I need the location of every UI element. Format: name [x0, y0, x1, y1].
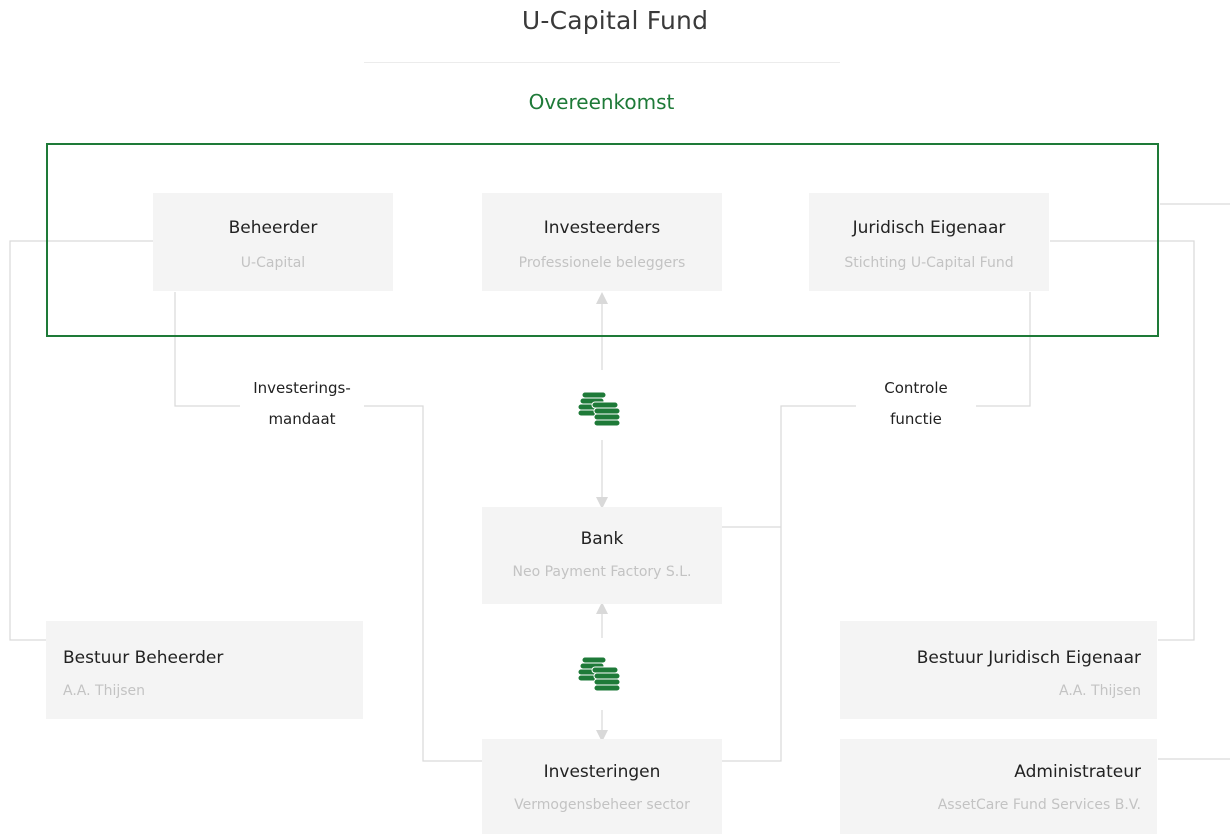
- node-administrateur: Administrateur AssetCare Fund Services B…: [840, 739, 1157, 834]
- node-subtitle: AssetCare Fund Services B.V.: [937, 797, 1141, 813]
- label-line: functie: [890, 410, 942, 428]
- label-line: mandaat: [268, 410, 336, 428]
- node-bestuur-juridisch-eigenaar: Bestuur Juridisch Eigenaar A.A. Thijsen: [840, 621, 1157, 719]
- node-title: Bank: [580, 529, 624, 549]
- node-investeerders: Investeerders Professionele beleggers: [482, 193, 722, 291]
- node-title: Beheerder: [228, 218, 318, 238]
- node-investeringen: Investeringen Vermogensbeheer sector: [482, 739, 722, 834]
- node-bank: Bank Neo Payment Factory S.L.: [482, 507, 722, 604]
- node-title: Administrateur: [1014, 762, 1141, 782]
- coins-icon: [577, 391, 621, 427]
- label-investeringsmandaat: Investerings- mandaat: [240, 373, 364, 435]
- node-title: Investeerders: [543, 218, 661, 238]
- node-title: Investeringen: [543, 762, 661, 782]
- page-title: U-Capital Fund: [521, 6, 709, 35]
- node-title: Bestuur Beheerder: [63, 648, 224, 668]
- label-controle-functie: Controle functie: [856, 373, 976, 435]
- node-subtitle: Professionele beleggers: [518, 255, 686, 271]
- node-subtitle: Vermogensbeheer sector: [514, 797, 690, 813]
- node-bestuur-beheerder: Bestuur Beheerder A.A. Thijsen: [46, 621, 363, 719]
- node-subtitle: U-Capital: [240, 255, 306, 271]
- title-divider: [364, 62, 840, 63]
- agreement-heading: Overeenkomst: [528, 90, 675, 114]
- node-beheerder: Beheerder U-Capital: [153, 193, 393, 291]
- node-title: Juridisch Eigenaar: [852, 218, 1006, 238]
- node-title: Bestuur Juridisch Eigenaar: [916, 648, 1141, 668]
- node-subtitle: Neo Payment Factory S.L.: [512, 564, 692, 580]
- coins-icon: [577, 656, 621, 692]
- node-subtitle: Stichting U-Capital Fund: [844, 255, 1014, 271]
- label-line: Controle: [884, 379, 948, 397]
- node-subtitle: A.A. Thijsen: [63, 683, 145, 699]
- node-juridisch-eigenaar: Juridisch Eigenaar Stichting U-Capital F…: [809, 193, 1049, 291]
- node-subtitle: A.A. Thijsen: [1059, 683, 1141, 699]
- label-line: Investerings-: [253, 379, 351, 397]
